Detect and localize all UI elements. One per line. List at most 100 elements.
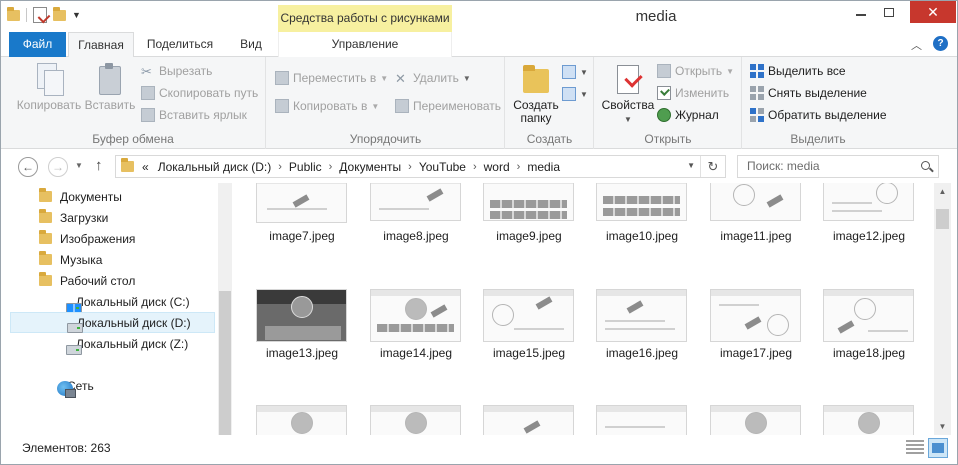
- breadcrumb-item[interactable]: Документы: [339, 160, 401, 174]
- file-thumbnail[interactable]: [483, 405, 574, 435]
- file-thumbnail[interactable]: [596, 289, 687, 342]
- refresh-icon[interactable]: ↻: [700, 156, 725, 177]
- cut-button[interactable]: Вырезать: [141, 62, 212, 80]
- file-thumbnail[interactable]: [370, 289, 461, 342]
- delete-button[interactable]: Удалить ▼: [395, 69, 471, 87]
- minimize-button[interactable]: [846, 1, 876, 23]
- breadcrumb-item[interactable]: word: [484, 160, 510, 174]
- sidebar-item-downloads[interactable]: Загрузки: [10, 207, 215, 228]
- nav-pane-scrollbar[interactable]: [218, 183, 232, 435]
- recent-locations-chevron-icon[interactable]: ▼: [75, 161, 83, 170]
- paste-button[interactable]: Вставить: [83, 63, 137, 112]
- close-button[interactable]: ✕: [910, 1, 956, 23]
- file-name[interactable]: image12.jpeg: [813, 229, 925, 243]
- sidebar-item-drive-z[interactable]: Локальный диск (Z:): [10, 333, 215, 355]
- copy-button[interactable]: Копировать: [15, 63, 83, 112]
- file-thumbnail[interactable]: [256, 183, 347, 223]
- breadcrumb-chevron-icon[interactable]: ›: [473, 161, 477, 173]
- file-thumbnail[interactable]: [596, 183, 687, 221]
- paste-shortcut-button[interactable]: Вставить ярлык: [141, 106, 247, 124]
- breadcrumb-chevron-icon[interactable]: ›: [408, 161, 412, 173]
- file-thumbnail[interactable]: [483, 183, 574, 221]
- history-button[interactable]: Журнал: [657, 106, 719, 124]
- copy-path-button[interactable]: Скопировать путь: [141, 84, 258, 102]
- tab-share[interactable]: Поделиться: [140, 32, 220, 57]
- tab-home[interactable]: Главная: [68, 32, 134, 58]
- properties-icon[interactable]: [33, 7, 47, 23]
- file-name[interactable]: image13.jpeg: [246, 346, 358, 360]
- open-button[interactable]: Открыть ▼: [657, 62, 734, 80]
- edit-button[interactable]: Изменить: [657, 84, 729, 102]
- sidebar-item-network[interactable]: Сеть: [1, 375, 206, 398]
- rename-button[interactable]: Переименовать: [395, 97, 501, 115]
- file-thumbnail[interactable]: [370, 405, 461, 435]
- breadcrumb-overflow[interactable]: «: [142, 160, 149, 174]
- file-thumbnail[interactable]: [256, 289, 347, 342]
- sidebar-item-pictures[interactable]: Изображения: [10, 228, 215, 249]
- search-input[interactable]: Поиск: media: [737, 155, 939, 178]
- properties-button[interactable]: Свойства ▼: [599, 63, 657, 126]
- tab-file[interactable]: Файл: [9, 32, 66, 57]
- tab-manage[interactable]: Управление: [278, 32, 452, 57]
- sidebar-item-drive-d[interactable]: Локальный диск (D:): [10, 312, 215, 333]
- help-icon[interactable]: ?: [933, 36, 948, 51]
- forward-button[interactable]: →: [48, 157, 68, 177]
- sidebar-item-desktop[interactable]: Рабочий стол: [10, 270, 215, 291]
- breadcrumb-item[interactable]: YouTube: [419, 160, 466, 174]
- file-name[interactable]: image14.jpeg: [360, 346, 472, 360]
- file-thumbnail[interactable]: [823, 405, 914, 435]
- new-folder-button[interactable]: Создать папку: [510, 63, 562, 125]
- file-name[interactable]: image16.jpeg: [586, 346, 698, 360]
- breadcrumb-item[interactable]: Локальный диск (D:): [158, 160, 272, 174]
- file-thumbnail[interactable]: [710, 183, 801, 221]
- file-name[interactable]: image10.jpeg: [586, 229, 698, 243]
- breadcrumb-chevron-icon[interactable]: ›: [517, 161, 521, 173]
- file-thumbnail[interactable]: [596, 405, 687, 435]
- address-history-chevron-icon[interactable]: ▼: [687, 161, 695, 170]
- sidebar-item-music[interactable]: Музыка: [10, 249, 215, 270]
- select-all-button[interactable]: Выделить все: [750, 62, 846, 80]
- breadcrumb-chevron-icon[interactable]: ›: [278, 161, 282, 173]
- file-name[interactable]: image17.jpeg: [700, 346, 812, 360]
- file-thumbnail[interactable]: [256, 405, 347, 435]
- file-thumbnail[interactable]: [370, 183, 461, 221]
- scroll-up-arrow-icon[interactable]: ▲: [934, 183, 951, 200]
- new-item-button[interactable]: ▼: [562, 63, 588, 81]
- file-name[interactable]: image9.jpeg: [473, 229, 585, 243]
- file-view-scrollbar-thumb[interactable]: [936, 209, 949, 229]
- details-view-icon[interactable]: [906, 440, 924, 456]
- file-thumbnail[interactable]: [823, 183, 914, 221]
- file-name[interactable]: image15.jpeg: [473, 346, 585, 360]
- tab-view[interactable]: Вид: [233, 32, 269, 57]
- large-icons-view-icon[interactable]: [928, 438, 948, 458]
- paste-label: Вставить: [84, 98, 136, 112]
- sidebar-item-documents[interactable]: Документы: [10, 186, 215, 207]
- file-view-scrollbar[interactable]: ▲ ▼: [934, 183, 951, 435]
- select-none-button[interactable]: Снять выделение: [750, 84, 867, 102]
- new-folder-icon[interactable]: [53, 6, 66, 21]
- easy-access-button[interactable]: ▼: [562, 85, 588, 103]
- file-thumbnail[interactable]: [823, 289, 914, 342]
- breadcrumb-item[interactable]: Public: [289, 160, 322, 174]
- file-thumbnail[interactable]: [710, 289, 801, 342]
- up-arrow-icon[interactable]: ↑: [95, 157, 103, 174]
- move-to-button[interactable]: Переместить в ▼: [275, 69, 388, 87]
- back-button[interactable]: ←: [18, 157, 38, 177]
- file-name[interactable]: image7.jpeg: [246, 229, 358, 243]
- customize-toolbar-chevron-icon[interactable]: ▼: [72, 10, 81, 20]
- invert-selection-button[interactable]: Обратить выделение: [750, 106, 887, 124]
- copy-to-button[interactable]: Копировать в ▼: [275, 97, 379, 115]
- file-name[interactable]: image18.jpeg: [813, 346, 925, 360]
- address-bar[interactable]: « Локальный диск (D:) › Public › Докумен…: [115, 155, 726, 178]
- maximize-button[interactable]: [874, 1, 904, 23]
- file-thumbnail[interactable]: [483, 289, 574, 342]
- file-name[interactable]: image8.jpeg: [360, 229, 472, 243]
- nav-pane-scrollbar-thumb[interactable]: [219, 291, 231, 435]
- scroll-down-arrow-icon[interactable]: ▼: [934, 418, 951, 435]
- breadcrumb-item[interactable]: media: [527, 160, 560, 174]
- file-name[interactable]: image11.jpeg: [700, 229, 812, 243]
- breadcrumb-chevron-icon[interactable]: ›: [329, 161, 333, 173]
- file-thumbnail[interactable]: [710, 405, 801, 435]
- minimize-ribbon-chevron-icon[interactable]: ︿: [911, 37, 922, 53]
- sidebar-item-drive-c[interactable]: Локальный диск (C:): [10, 291, 215, 313]
